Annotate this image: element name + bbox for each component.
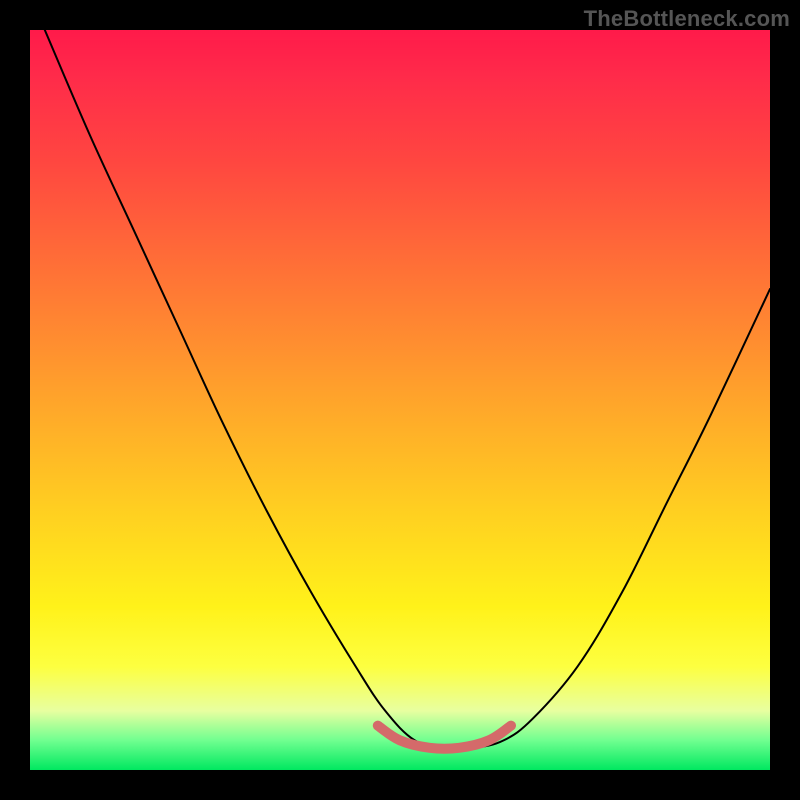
plot-area bbox=[30, 30, 770, 770]
chart-frame: TheBottleneck.com bbox=[0, 0, 800, 800]
bottleneck-curve bbox=[45, 30, 770, 749]
watermark-text: TheBottleneck.com bbox=[584, 6, 790, 32]
curve-layer bbox=[30, 30, 770, 770]
